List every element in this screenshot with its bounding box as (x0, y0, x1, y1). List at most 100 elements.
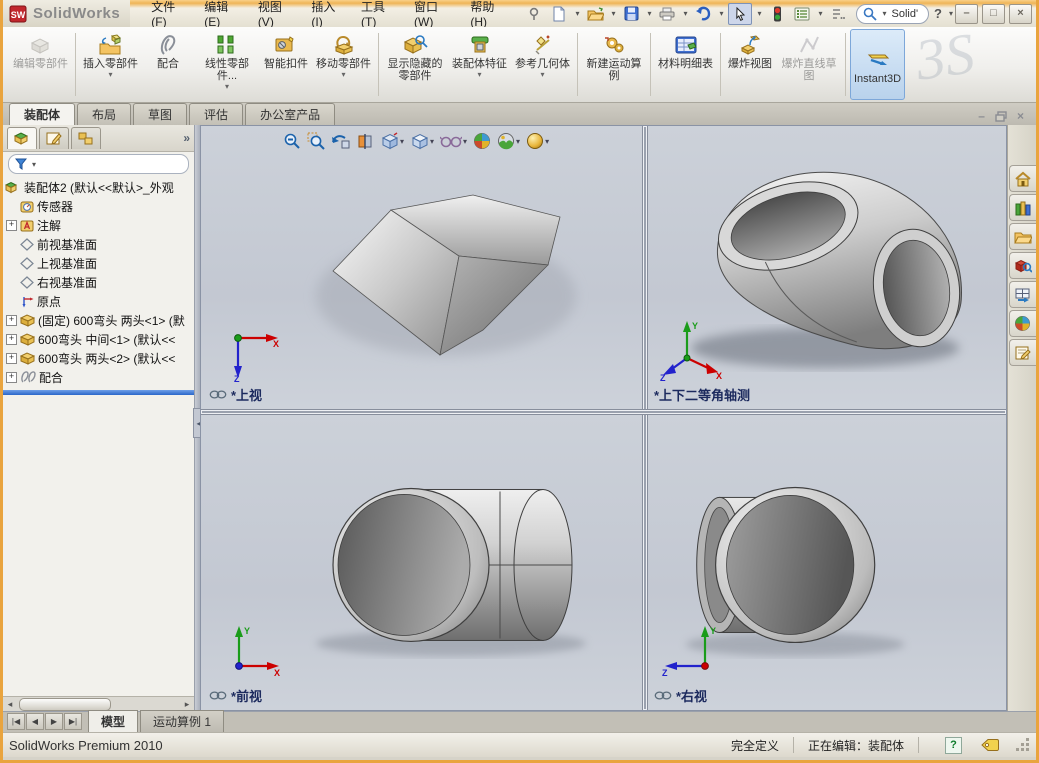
viewport-divider-horizontal[interactable] (201, 409, 1006, 415)
featuremanager-tab[interactable] (7, 127, 37, 149)
view-palette-tab[interactable] (1008, 281, 1036, 308)
help-button[interactable]: ? (932, 6, 944, 21)
save-caret[interactable] (645, 9, 653, 18)
tree-item-top-plane[interactable]: 上视基准面 (5, 254, 194, 273)
doc-minimize-button[interactable]: – (978, 110, 985, 122)
select-cursor-caret[interactable] (755, 9, 763, 18)
configurationmanager-tab[interactable] (71, 127, 101, 149)
next-tab-button[interactable] (45, 713, 63, 730)
tree-item-sensors[interactable]: 传感器 (5, 197, 194, 216)
zoom-to-fit-icon[interactable] (281, 131, 303, 151)
resize-grip[interactable] (1016, 738, 1030, 752)
hide-show-items-icon[interactable] (438, 133, 469, 149)
tab-motion-study[interactable]: 运动算例 1 (140, 710, 225, 732)
ribbon-explode-line-sketch[interactable]: 爆炸直线草图 (777, 29, 841, 100)
viewport-divider-vertical[interactable] (642, 126, 648, 710)
save-icon[interactable] (620, 4, 642, 24)
panel-horizontal-scrollbar[interactable] (3, 696, 194, 711)
options-caret[interactable] (816, 9, 824, 18)
ribbon-move-component[interactable]: 移动零部件 (313, 29, 374, 100)
pin-toolbar-icon[interactable] (523, 4, 545, 24)
tab-model[interactable]: 模型 (88, 710, 139, 732)
ribbon-instant3d[interactable]: Instant3D (850, 29, 906, 100)
display-style-icon[interactable] (408, 131, 436, 151)
design-library-tab[interactable] (1008, 194, 1036, 221)
view-settings-icon[interactable] (524, 131, 551, 151)
appearances-scenes-tab[interactable] (1008, 310, 1036, 337)
ribbon-mate[interactable]: 配合 (143, 29, 193, 100)
tree-item-origin[interactable]: 原点 (5, 292, 194, 311)
first-tab-button[interactable] (7, 713, 25, 730)
tab-evaluate[interactable]: 评估 (189, 103, 244, 125)
search-input-value[interactable]: Solid' (891, 8, 918, 20)
expand-icon[interactable] (6, 372, 17, 383)
ribbon-bill-of-materials[interactable]: 材料明细表 (655, 29, 716, 100)
open-document-caret[interactable] (609, 9, 617, 18)
select-cursor-icon[interactable] (728, 2, 753, 25)
doc-close-button[interactable]: × (1017, 110, 1024, 122)
ribbon-linear-pattern[interactable]: 线性零部件... (195, 29, 259, 100)
tab-layout[interactable]: 布局 (77, 103, 132, 125)
ribbon-smart-fasteners[interactable]: 智能扣件 (261, 29, 311, 100)
print-icon[interactable] (656, 4, 678, 24)
ribbon-show-hidden-components[interactable]: 显示隐藏的零部件 (383, 29, 447, 100)
tab-office-products[interactable]: 办公室产品 (245, 103, 336, 125)
section-view-icon[interactable] (354, 131, 376, 151)
tree-item-component-3[interactable]: 600弯头 两头<2> (默认<< (5, 349, 194, 368)
open-document-icon[interactable] (584, 4, 606, 24)
toolbar-overflow-icon[interactable] (827, 4, 849, 24)
view-orientation-caret[interactable] (400, 137, 404, 146)
tree-item-mates[interactable]: 配合 (5, 368, 194, 387)
tree-item-front-plane[interactable]: 前视基准面 (5, 235, 194, 254)
expand-icon[interactable] (6, 353, 17, 364)
expand-icon[interactable] (6, 220, 17, 231)
close-button[interactable] (1009, 3, 1032, 24)
ribbon-edit-component[interactable]: 编辑零部件 (10, 29, 71, 100)
view-orientation-icon[interactable] (378, 131, 406, 151)
undo-icon[interactable] (692, 4, 714, 24)
options-checklist-icon[interactable] (791, 4, 813, 24)
apply-scene-icon[interactable] (495, 131, 522, 151)
custom-properties-tab[interactable] (1008, 339, 1036, 366)
apply-scene-caret[interactable] (516, 137, 520, 146)
tree-item-component-2[interactable]: 600弯头 中间<1> (默认<< (5, 330, 194, 349)
undo-caret[interactable] (717, 9, 725, 18)
ribbon-insert-component[interactable]: 插入零部件 (80, 29, 141, 100)
edit-appearance-icon[interactable] (471, 131, 493, 151)
print-caret[interactable] (681, 9, 689, 18)
tree-filter-input[interactable] (8, 154, 189, 174)
tab-assembly[interactable]: 装配体 (9, 103, 76, 125)
zoom-to-area-icon[interactable] (305, 131, 327, 151)
tree-item-component-1[interactable]: (固定) 600弯头 两头<1> (默 (5, 311, 194, 330)
filter-caret[interactable] (30, 160, 38, 169)
ribbon-reference-geometry[interactable]: 参考几何体 (512, 29, 573, 100)
solidworks-resources-tab[interactable] (1008, 165, 1036, 192)
tab-sketch[interactable]: 草图 (133, 103, 188, 125)
search-box[interactable]: Solid' (856, 3, 930, 24)
tree-item-annotations[interactable]: 注解 (5, 216, 194, 235)
scrollbar-thumb[interactable] (19, 697, 111, 711)
view-settings-caret[interactable] (545, 137, 549, 146)
tree-item-right-plane[interactable]: 右视基准面 (5, 273, 194, 292)
viewport-trimetric[interactable]: Y X Z *上下二等角轴测 (646, 126, 1006, 409)
ribbon-new-motion-study[interactable]: 新建运动算例 (582, 29, 646, 100)
new-document-caret[interactable] (573, 9, 581, 18)
scroll-right-arrow[interactable] (180, 698, 194, 711)
scroll-left-arrow[interactable] (3, 698, 17, 711)
ribbon-exploded-view[interactable]: 爆炸视图 (725, 29, 775, 100)
propertymanager-tab[interactable] (39, 127, 69, 149)
tree-root[interactable]: 装配体2 (默认<<默认>_外观 (5, 178, 194, 197)
help-caret[interactable] (947, 9, 955, 18)
expand-icon[interactable] (6, 334, 17, 345)
hide-show-caret[interactable] (463, 137, 467, 146)
viewport-front[interactable]: Y X *前视 (201, 413, 642, 710)
previous-tab-button[interactable] (26, 713, 44, 730)
display-style-caret[interactable] (430, 137, 434, 146)
new-document-icon[interactable] (548, 4, 570, 24)
last-tab-button[interactable] (64, 713, 82, 730)
viewport-top[interactable]: X Z *上视 (201, 126, 642, 409)
search-scope-caret[interactable] (880, 9, 888, 18)
viewport-right[interactable]: Y Z *右视 (646, 413, 1006, 710)
tag-icon[interactable] (980, 738, 1000, 752)
solidworks-search-tab[interactable] (1008, 252, 1036, 279)
